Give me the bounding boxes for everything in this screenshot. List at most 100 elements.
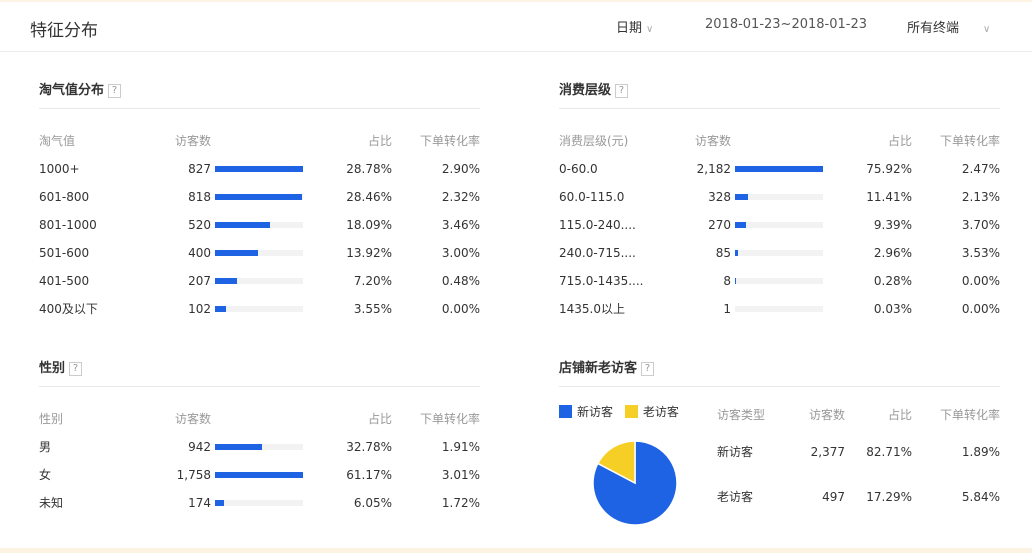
count-bar	[735, 278, 823, 284]
count-bar	[215, 250, 303, 256]
row-share: 6.05%	[353, 496, 392, 510]
table-row: 老访客 497 17.29% 5.84%	[559, 487, 1000, 507]
row-share: 9.39%	[873, 218, 912, 232]
header-label: 访客类型	[717, 408, 766, 422]
row-conversion: 2.90%	[441, 162, 480, 176]
section-title: 店铺新老访客?	[559, 359, 655, 379]
chevron-down-icon: ∨	[983, 24, 991, 35]
help-icon[interactable]: ?	[108, 84, 122, 98]
table-row: 60.0-115.0 328 11.41% 2.13%	[559, 187, 1000, 207]
header-count: 访客数	[175, 134, 212, 148]
row-share: 61.17%	[346, 468, 392, 482]
header-label: 消费层级(元)	[559, 134, 629, 148]
count-bar	[735, 222, 823, 228]
table-row: 400及以下 102 3.55% 0.00%	[39, 299, 480, 319]
table-header: 淘气值 访客数 占比 下单转化率	[39, 131, 480, 151]
count-bar-fill	[735, 194, 749, 200]
row-conversion: 1.72%	[441, 496, 480, 510]
count-bar	[215, 472, 303, 478]
count-bar	[735, 306, 823, 312]
row-count: 8	[723, 274, 731, 288]
row-conversion: 2.47%	[961, 162, 1000, 176]
table-row: 女 1,758 61.17% 3.01%	[39, 465, 480, 485]
section-title: 性别?	[39, 359, 83, 379]
row-label: 老访客	[717, 490, 754, 504]
row-label: 60.0-115.0	[559, 190, 625, 204]
row-count: 1,758	[176, 468, 211, 482]
divider	[559, 386, 1000, 387]
count-bar-fill	[215, 306, 226, 312]
table-row: 601-800 818 28.46% 2.32%	[39, 187, 480, 207]
row-count: 207	[188, 274, 211, 288]
header-conv: 下单转化率	[939, 134, 1000, 148]
count-bar	[215, 194, 303, 200]
row-share: 18.09%	[346, 218, 392, 232]
page-title: 特征分布	[30, 21, 98, 41]
row-share: 28.78%	[346, 162, 392, 176]
row-share: 11.41%	[866, 190, 912, 204]
table-row: 新访客 2,377 82.71% 1.89%	[559, 442, 1000, 462]
count-bar	[735, 194, 823, 200]
row-share: 13.92%	[346, 246, 392, 260]
row-count: 102	[188, 302, 211, 316]
help-icon[interactable]: ?	[641, 362, 655, 376]
header-pct: 占比	[367, 134, 392, 148]
row-conversion: 0.00%	[961, 302, 1000, 316]
row-share: 28.46%	[346, 190, 392, 204]
count-bar-fill	[215, 278, 238, 284]
header-label: 淘气值	[39, 134, 76, 148]
count-bar	[735, 166, 823, 172]
card-header: 特征分布 日期 ∨ 2018-01-23~2018-01-23 所有终端 ∨	[0, 2, 1032, 52]
row-conversion: 0.00%	[961, 274, 1000, 288]
count-bar	[215, 444, 303, 450]
count-bar-fill	[215, 444, 263, 450]
help-icon[interactable]: ?	[69, 362, 83, 376]
row-conversion: 2.32%	[441, 190, 480, 204]
date-dropdown[interactable]: 日期 ∨	[616, 17, 653, 36]
row-label: 0-60.0	[559, 162, 598, 176]
count-bar-fill	[735, 222, 746, 228]
row-count: 942	[188, 440, 211, 454]
count-bar	[215, 278, 303, 284]
row-label: 240.0-715....	[559, 246, 636, 260]
count-bar	[215, 222, 303, 228]
chevron-down-icon: ∨	[646, 24, 654, 35]
row-label: 男	[39, 440, 52, 454]
header-pct: 占比	[887, 134, 912, 148]
row-label: 1435.0以上	[559, 302, 625, 316]
table-header: 访客类型 访客数 占比 下单转化率	[559, 405, 1000, 425]
count-bar-fill	[735, 250, 739, 256]
row-count: 400	[188, 246, 211, 260]
header-pct: 占比	[887, 408, 912, 422]
row-count: 818	[188, 190, 211, 204]
row-count: 174	[188, 496, 211, 510]
header-conv: 下单转化率	[939, 408, 1000, 422]
row-conversion: 3.53%	[961, 246, 1000, 260]
row-conv: 1.89%	[961, 445, 1000, 459]
table-row: 240.0-715.... 85 2.96% 3.53%	[559, 243, 1000, 263]
header-label: 性别	[39, 412, 64, 426]
row-label: 601-800	[39, 190, 90, 204]
help-icon[interactable]: ?	[615, 84, 629, 98]
table-header: 性别 访客数 占比 下单转化率	[39, 409, 480, 429]
count-bar-fill	[215, 222, 271, 228]
feature-distribution-card: 特征分布 日期 ∨ 2018-01-23~2018-01-23 所有终端 ∨ 淘气值…	[0, 2, 1032, 548]
count-bar-fill	[215, 166, 303, 172]
header-count: 访客数	[695, 134, 732, 148]
count-bar-fill	[215, 250, 258, 256]
row-label: 1000+	[39, 162, 80, 176]
header-count: 访客数	[808, 408, 845, 422]
count-bar	[215, 166, 303, 172]
row-pct: 82.71%	[866, 445, 912, 459]
row-share: 0.03%	[873, 302, 912, 316]
row-share: 2.96%	[873, 246, 912, 260]
row-share: 32.78%	[346, 440, 392, 454]
row-conv: 5.84%	[961, 490, 1000, 504]
header-pct: 占比	[367, 412, 392, 426]
section-title-text: 性别	[39, 361, 66, 376]
date-range[interactable]: 2018-01-23~2018-01-23	[705, 17, 867, 32]
table-row: 801-1000 520 18.09% 3.46%	[39, 215, 480, 235]
row-conversion: 0.48%	[441, 274, 480, 288]
terminal-dropdown[interactable]: 所有终端 ∨	[907, 17, 990, 36]
section-title: 淘气值分布?	[39, 81, 122, 101]
